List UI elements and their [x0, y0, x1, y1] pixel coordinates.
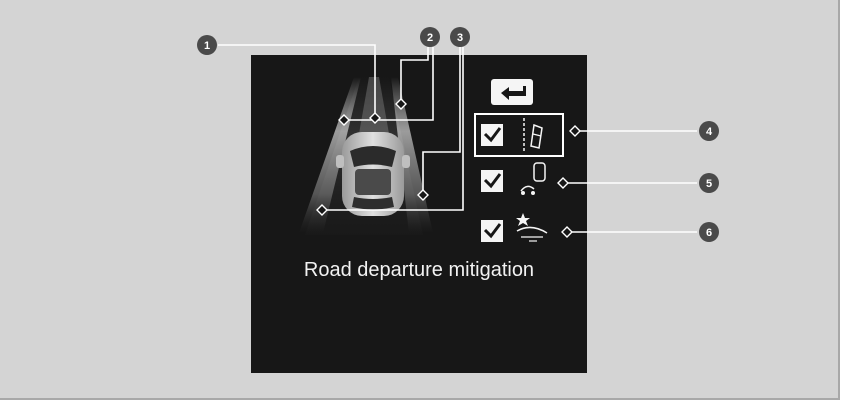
callout-3: 3 — [450, 27, 470, 47]
marker-3a — [417, 189, 429, 201]
svg-text:2: 2 — [427, 32, 433, 44]
marker-1 — [369, 112, 381, 124]
marker-2a — [395, 98, 407, 110]
callout-4: 4 — [699, 121, 719, 141]
svg-text:4: 4 — [706, 126, 713, 138]
marker-2b — [338, 114, 350, 126]
leader-line-3b — [322, 47, 464, 211]
svg-text:1: 1 — [204, 40, 210, 52]
callout-1: 1 — [197, 35, 217, 55]
callout-2: 2 — [420, 27, 440, 47]
svg-text:5: 5 — [706, 178, 712, 190]
marker-4 — [569, 125, 581, 137]
marker-3b — [316, 204, 328, 216]
leader-line-3 — [422, 47, 461, 195]
marker-6 — [561, 226, 573, 238]
svg-text:3: 3 — [457, 32, 463, 44]
callout-5: 5 — [699, 173, 719, 193]
leader-line-2 — [400, 47, 429, 104]
marker-5 — [557, 177, 569, 189]
svg-text:6: 6 — [706, 227, 712, 239]
callout-overlay: 1 2 3 4 5 6 — [197, 27, 719, 242]
callout-6: 6 — [699, 222, 719, 242]
leader-line-2b — [344, 47, 434, 121]
leader-line-1 — [218, 44, 376, 118]
